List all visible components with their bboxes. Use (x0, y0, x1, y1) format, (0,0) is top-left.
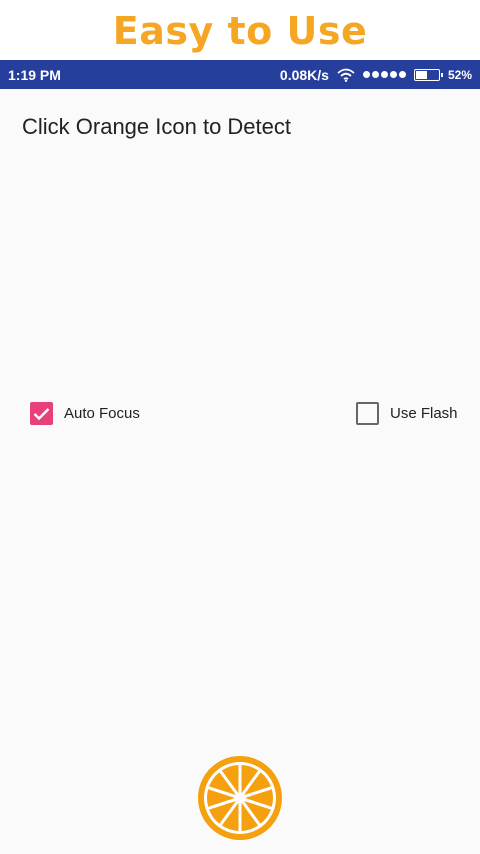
status-indicators: 0.08K/s 52% (280, 67, 472, 83)
app-screen: Easy to Use 1:19 PM 0.08K/s 52% Click Or… (0, 0, 480, 854)
use-flash-option[interactable]: Use Flash (356, 402, 458, 425)
auto-focus-option[interactable]: Auto Focus (30, 402, 140, 425)
status-bar: 1:19 PM 0.08K/s 52% (0, 60, 480, 89)
signal-dots-icon (362, 71, 406, 78)
battery-fill (415, 70, 427, 79)
checkmark-icon (33, 407, 50, 420)
battery-icon (413, 68, 443, 81)
auto-focus-checkbox[interactable] (30, 402, 53, 425)
detect-orange-button[interactable] (197, 755, 283, 841)
instruction-text: Click Orange Icon to Detect (22, 114, 292, 139)
use-flash-checkbox[interactable] (356, 402, 379, 425)
banner-title: Easy to Use (112, 9, 368, 53)
battery-percent: 52% (447, 67, 472, 82)
status-time: 1:19 PM (8, 66, 61, 83)
use-flash-label: Use Flash (390, 405, 458, 422)
orange-slice-icon (198, 756, 282, 840)
wifi-icon (337, 68, 355, 82)
network-speed: 0.08K/s (279, 66, 329, 83)
promo-banner: Easy to Use (0, 0, 480, 60)
auto-focus-label: Auto Focus (64, 405, 140, 422)
